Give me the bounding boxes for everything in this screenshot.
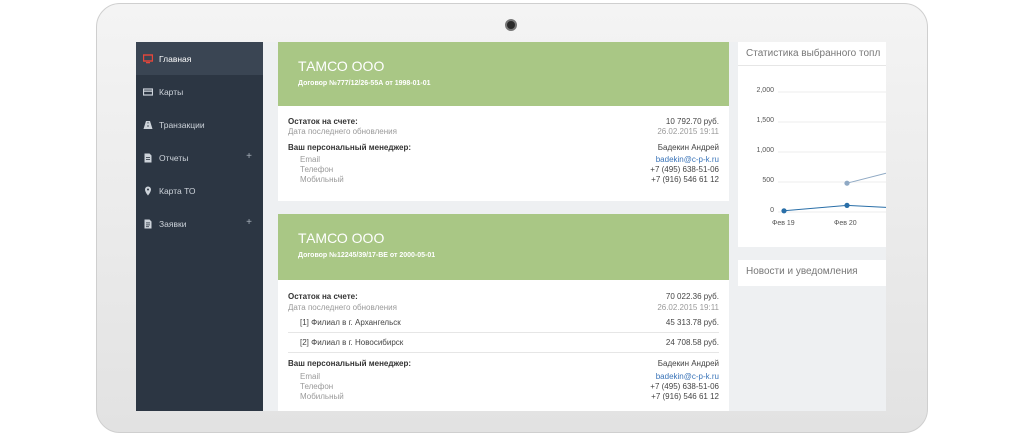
email-row: Email badekin@c-p-k.ru — [288, 372, 719, 381]
mobile-label: Мобильный — [300, 392, 344, 401]
stats-panel: Статистика выбранного топл 2,000 1,500 1… — [738, 42, 886, 247]
branch-label: [2] Филиал в г. Новосибирск — [300, 338, 404, 347]
data-point[interactable] — [844, 180, 850, 186]
branch-label: [1] Филиал в г. Архангельск — [300, 318, 401, 327]
email-link[interactable]: badekin@c-p-k.ru — [656, 155, 719, 164]
mobile-label: Мобильный — [300, 175, 344, 184]
road-icon — [143, 120, 153, 130]
email-row: Email badekin@c-p-k.ru — [288, 155, 719, 164]
series-line — [783, 204, 886, 212]
contract-number: Договор №777/12/26-55А от 1998-01-01 — [298, 80, 431, 87]
manager-name: Бадекин Андрей — [657, 359, 719, 368]
email-link[interactable]: badekin@c-p-k.ru — [656, 372, 719, 381]
balance-label: Остаток на счете: — [288, 292, 358, 301]
camera-icon — [505, 19, 517, 31]
updated-value: 26.02.2015 19:11 — [657, 303, 719, 312]
sidebar-item-transactions[interactable]: Транзакции — [136, 108, 263, 141]
phone-value: +7 (495) 638-51-06 — [650, 382, 719, 391]
sidebar-item-reports[interactable]: Отчеты + — [136, 141, 263, 174]
mobile-value: +7 (916) 546 61 12 — [651, 392, 719, 401]
contract-card: ТАМСО ООО Договор №777/12/26-55А от 1998… — [278, 42, 729, 201]
balance-label: Остаток на счете: — [288, 117, 358, 126]
sidebar-item-label: Заявки — [159, 218, 187, 229]
phone-label: Телефон — [300, 382, 334, 391]
updated-row: Дата последнего обновления 26.02.2015 19… — [288, 303, 719, 312]
data-point[interactable] — [781, 208, 787, 214]
branch-row[interactable]: [1] Филиал в г. Архангельск 45 313.78 ру… — [288, 314, 719, 333]
balance-value: 70 022.36 руб. — [665, 292, 719, 301]
contract-number: Договор №12245/39/17-ВЕ от 2000-05-01 — [298, 252, 436, 259]
updated-label: Дата последнего обновления — [288, 303, 397, 312]
sidebar-item-label: Отчеты — [159, 152, 189, 163]
sidebar-item-requests[interactable]: Заявки + — [136, 207, 263, 240]
phone-row: Телефон +7 (495) 638-51-06 — [288, 382, 719, 391]
email-label: Email — [300, 372, 321, 381]
manager-name: Бадекин Андрей — [657, 143, 719, 152]
manager-label: Ваш персональный менеджер: — [288, 143, 411, 152]
monitor-icon — [142, 53, 154, 64]
contract-card-header[interactable]: ТАМСО ООО Договор №777/12/26-55А от 1998… — [278, 42, 729, 106]
right-column: Статистика выбранного топл 2,000 1,500 1… — [736, 42, 886, 411]
phone-value: +7 (495) 638-51-06 — [650, 165, 719, 174]
balance-value: 10 792.70 руб. — [665, 117, 719, 126]
sidebar-item-home[interactable]: Главная — [136, 42, 263, 75]
mobile-row: Мобильный +7 (916) 546 61 12 — [288, 392, 719, 401]
news-panel: Новости и уведомления — [738, 260, 886, 286]
company-name: ТАМСО ООО — [298, 230, 385, 246]
expand-icon[interactable]: + — [246, 151, 252, 162]
data-point[interactable] — [844, 202, 850, 208]
expand-icon[interactable]: + — [246, 217, 252, 228]
company-name: ТАМСО ООО — [298, 58, 385, 74]
updated-row: Дата последнего обновления 26.02.2015 19… — [288, 127, 719, 136]
manager-row: Ваш персональный менеджер: Бадекин Андре… — [288, 143, 719, 152]
sidebar-item-map[interactable]: Карта ТО — [136, 174, 263, 207]
branch-value: 45 313.78 руб. — [665, 318, 719, 327]
updated-value: 26.02.2015 19:11 — [657, 127, 719, 136]
news-title[interactable]: Новости и уведомления — [738, 260, 886, 283]
email-label: Email — [300, 155, 321, 164]
sidebar-item-label: Карта ТО — [159, 185, 196, 196]
sidebar-item-label: Транзакции — [159, 119, 205, 130]
sidebar-item-cards[interactable]: Карты — [136, 75, 263, 108]
sidebar-item-label: Главная — [159, 53, 192, 64]
card-icon — [142, 87, 154, 97]
manager-label: Ваш персональный менеджер: — [288, 359, 411, 368]
manager-row: Ваш персональный менеджер: Бадекин Андре… — [288, 359, 719, 368]
branch-row[interactable]: [2] Филиал в г. Новосибирск 24 708.58 ру… — [288, 334, 719, 353]
document-icon — [143, 153, 153, 163]
updated-label: Дата последнего обновления — [288, 127, 397, 136]
main-content: ТАМСО ООО Договор №777/12/26-55А от 1998… — [263, 42, 736, 411]
branch-value: 24 708.58 руб. — [665, 338, 719, 347]
mobile-row: Мобильный +7 (916) 546 61 12 — [288, 175, 719, 184]
phone-label: Телефон — [300, 165, 334, 174]
app-screen: Главная Карты Транзакции Отчеты + Карта … — [136, 42, 886, 411]
balance-row: Остаток на счете: 70 022.36 руб. — [288, 292, 719, 301]
mobile-value: +7 (916) 546 61 12 — [651, 175, 719, 184]
sidebar: Главная Карты Транзакции Отчеты + Карта … — [136, 42, 263, 411]
balance-row: Остаток на счете: 10 792.70 руб. — [288, 117, 719, 126]
file-icon — [143, 219, 153, 229]
contract-card-header[interactable]: ТАМСО ООО Договор №12245/39/17-ВЕ от 200… — [278, 214, 729, 280]
line-chart — [778, 91, 886, 214]
phone-row: Телефон +7 (495) 638-51-06 — [288, 165, 719, 174]
map-pin-icon — [143, 186, 153, 196]
sidebar-item-label: Карты — [159, 86, 184, 97]
contract-card: ТАМСО ООО Договор №12245/39/17-ВЕ от 200… — [278, 214, 729, 411]
